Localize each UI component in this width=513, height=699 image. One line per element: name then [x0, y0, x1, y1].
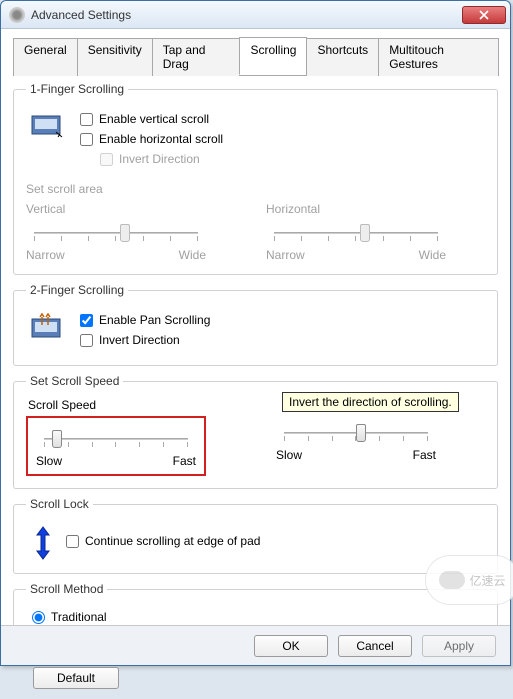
group-2finger: 2-Finger Scrolling Enable Pan Scrolling … — [13, 283, 498, 366]
chk-invert-1finger-input — [100, 153, 113, 166]
close-icon — [479, 10, 489, 20]
app-icon — [9, 7, 25, 23]
highlight-scroll-speed: SlowFast — [26, 416, 206, 476]
cancel-button[interactable]: Cancel — [338, 635, 412, 657]
legend-scroll-lock: Scroll Lock — [26, 497, 93, 511]
twofinger-icon — [30, 313, 66, 341]
legend-1finger: 1-Finger Scrolling — [26, 82, 128, 96]
tab-multitouch[interactable]: Multitouch Gestures — [378, 38, 499, 76]
chk-vertical-scroll-input[interactable] — [80, 113, 93, 126]
titlebar: Advanced Settings — [1, 1, 510, 29]
group-1finger: 1-Finger Scrolling Enable vertical scrol… — [13, 82, 498, 275]
ok-button[interactable]: OK — [254, 635, 328, 657]
chk-invert-2finger-input[interactable] — [80, 334, 93, 347]
tab-general[interactable]: General — [13, 38, 78, 76]
touchpad-icon — [30, 112, 66, 140]
radio-traditional[interactable]: Traditional — [32, 610, 485, 624]
set-scroll-area-label: Set scroll area — [26, 182, 485, 196]
legend-scroll-speed: Set Scroll Speed — [26, 374, 123, 388]
chk-horizontal-scroll[interactable]: Enable horizontal scroll — [80, 132, 485, 146]
slider-scroll-speed-1[interactable]: SlowFast — [36, 426, 196, 468]
settings-window: Advanced Settings General Sensitivity Ta… — [0, 0, 511, 666]
radio-traditional-input[interactable] — [32, 611, 45, 624]
legend-scroll-method: Scroll Method — [26, 582, 107, 596]
slider-scroll-speed-2[interactable]: SlowFast — [276, 420, 436, 462]
legend-2finger: 2-Finger Scrolling — [26, 283, 128, 297]
default-button[interactable]: Default — [33, 667, 119, 689]
scroll-speed-label: Scroll Speed — [28, 398, 206, 412]
tab-shortcuts[interactable]: Shortcuts — [306, 38, 379, 76]
scroll-lock-icon — [34, 525, 52, 561]
cloud-icon — [439, 571, 465, 589]
slider-vertical-area: Vertical NarrowWide — [26, 202, 206, 262]
slider-horizontal-area: Horizontal NarrowWide — [266, 202, 446, 262]
tab-sensitivity[interactable]: Sensitivity — [77, 38, 153, 76]
label-vertical: Vertical — [26, 202, 206, 216]
group-scroll-lock: Scroll Lock Continue scrolling at edge o… — [13, 497, 498, 574]
chk-invert-2finger[interactable]: Invert Direction — [80, 333, 485, 347]
label-horizontal: Horizontal — [266, 202, 446, 216]
chk-pan-scrolling[interactable]: Enable Pan Scrolling — [80, 313, 485, 327]
watermark: 亿速云 — [425, 555, 513, 605]
chk-continue-scrolling[interactable]: Continue scrolling at edge of pad — [66, 534, 260, 548]
chk-horizontal-scroll-input[interactable] — [80, 133, 93, 146]
chk-pan-scrolling-input[interactable] — [80, 314, 93, 327]
group-scroll-speed: Set Scroll Speed Invert the direction of… — [13, 374, 498, 489]
tab-scrolling[interactable]: Scrolling — [239, 37, 307, 75]
chk-vertical-scroll[interactable]: Enable vertical scroll — [80, 112, 485, 126]
close-button[interactable] — [462, 6, 506, 24]
apply-button[interactable]: Apply — [422, 635, 496, 657]
chk-invert-1finger: Invert Direction — [100, 152, 485, 166]
window-title: Advanced Settings — [31, 8, 462, 22]
tab-bar: General Sensitivity Tap and Drag Scrolli… — [13, 37, 498, 76]
dialog-footer: OK Cancel Apply — [1, 625, 510, 665]
tooltip-invert: Invert the direction of scrolling. — [282, 392, 459, 412]
chk-continue-scrolling-input[interactable] — [66, 535, 79, 548]
tab-tap-and-drag[interactable]: Tap and Drag — [152, 38, 241, 76]
